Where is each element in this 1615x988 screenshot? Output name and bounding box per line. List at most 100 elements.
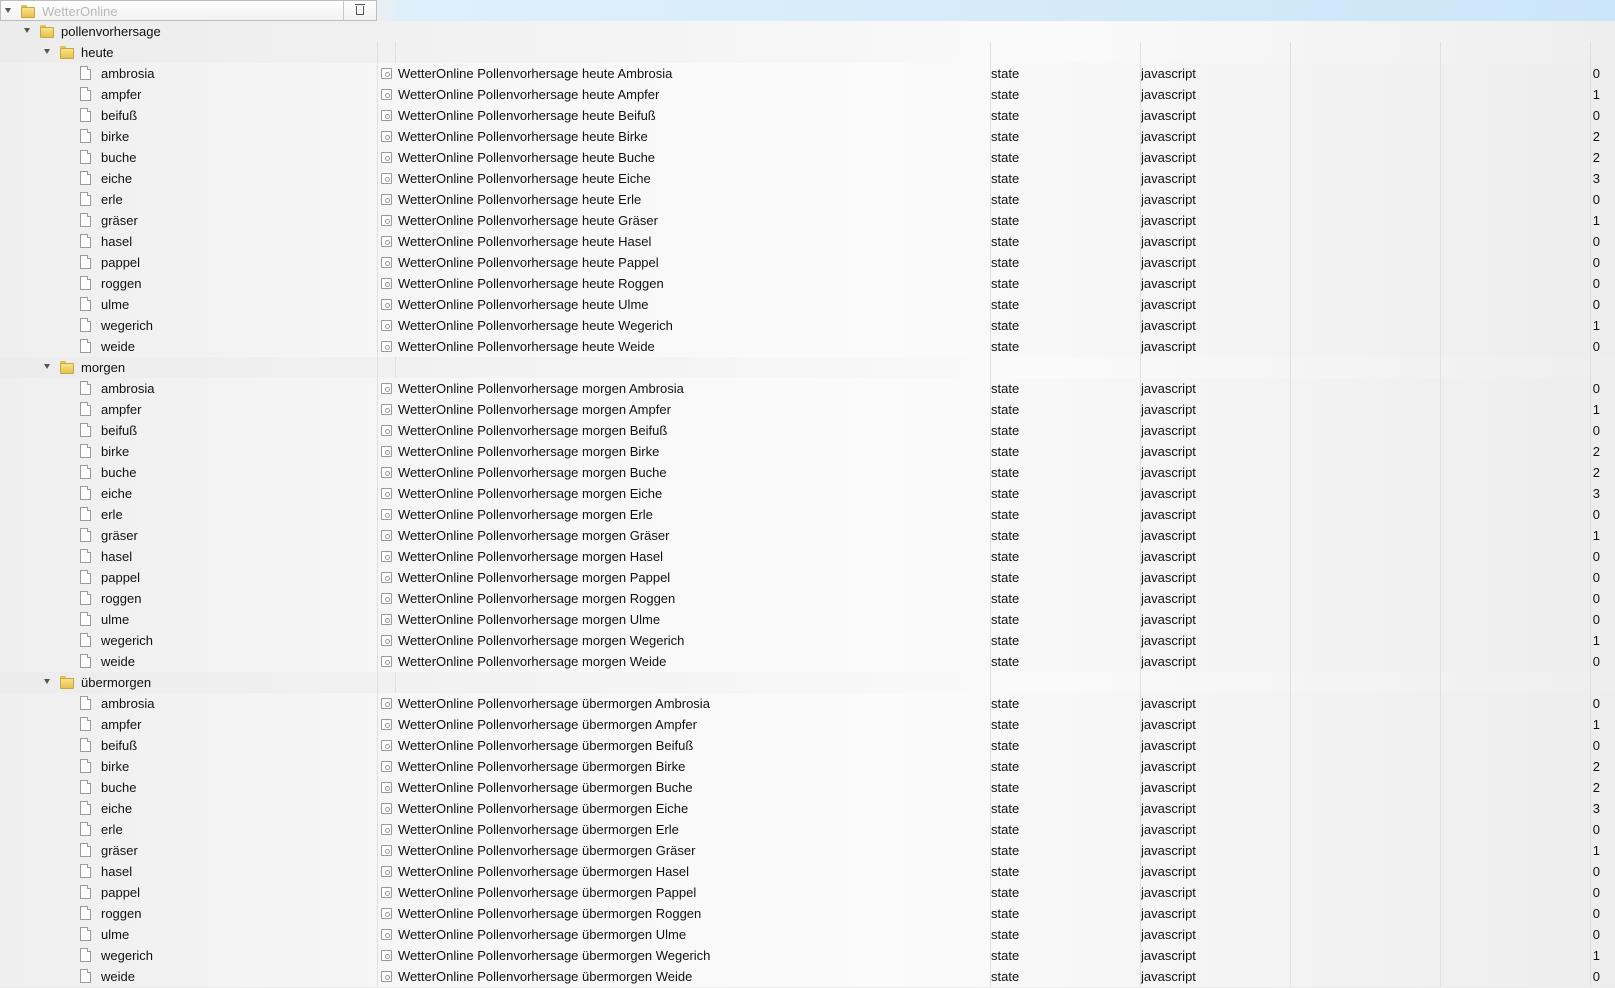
table-row[interactable]: weide WetterOnline Pollenvorhersage überm… [0, 966, 1615, 988]
table-row[interactable]: ambrosia WetterOnline Pollenvorhersage he… [0, 63, 1615, 85]
item-value: 3 [1592, 171, 1600, 186]
expand-arrow-icon[interactable] [24, 28, 30, 33]
table-row[interactable]: gräser WetterOnline Pollenvorhersage morg… [0, 525, 1615, 547]
table-row[interactable]: hasel WetterOnline Pollenvorhersage überm… [0, 861, 1615, 883]
table-row[interactable]: wegerich WetterOnline Pollenvorhersage üb… [0, 945, 1615, 967]
file-icon [80, 633, 91, 647]
table-row[interactable]: ulme WetterOnline Pollenvorhersage morgen… [0, 609, 1615, 631]
state-icon [381, 698, 392, 709]
table-row[interactable]: beifuß WetterOnline Pollenvorhersage heut… [0, 105, 1615, 127]
table-row[interactable]: beifuß WetterOnline Pollenvorhersage morg… [0, 420, 1615, 442]
folder-icon [60, 361, 74, 374]
state-icon [381, 614, 392, 625]
table-row[interactable]: erle WetterOnline Pollenvorhersage heute … [0, 189, 1615, 211]
item-type: javascript [1141, 234, 1196, 249]
file-icon [80, 549, 91, 563]
file-icon [80, 297, 91, 311]
item-name: birke [101, 759, 130, 774]
table-row[interactable]: ampfer WetterOnline Pollenvorhersage heut… [0, 84, 1615, 106]
file-icon [80, 192, 91, 206]
table-row[interactable]: erle WetterOnline Pollenvorhersage übermo… [0, 819, 1615, 841]
expand-arrow-icon[interactable] [5, 8, 11, 13]
table-row[interactable]: gräser WetterOnline Pollenvorhersage über… [0, 840, 1615, 862]
state-icon [381, 950, 392, 961]
table-row[interactable]: birke WetterOnline Pollenvorhersage morge… [0, 441, 1615, 463]
item-title: WetterOnline Pollenvorhersage morgen Bir… [398, 444, 660, 459]
state-icon [381, 299, 392, 310]
item-title: WetterOnline Pollenvorhersage übermorgen… [398, 969, 693, 984]
expand-arrow-icon[interactable] [44, 364, 50, 369]
item-value: 0 [1592, 66, 1600, 81]
state-icon [381, 131, 392, 142]
delete-button[interactable] [343, 1, 379, 21]
table-row[interactable]: roggen WetterOnline Pollenvorhersage morg… [0, 588, 1615, 610]
table-row[interactable]: beifuß WetterOnline Pollenvorhersage über… [0, 735, 1615, 757]
table-row[interactable]: weide WetterOnline Pollenvorhersage heute… [0, 336, 1615, 358]
expand-arrow-icon[interactable] [44, 679, 50, 684]
table-row[interactable]: buche WetterOnline Pollenvorhersage morge… [0, 462, 1615, 484]
tree-row-group[interactable]: heute [0, 42, 1615, 64]
item-name: roggen [101, 591, 142, 606]
item-value: 0 [1592, 507, 1600, 522]
table-row[interactable]: wegerich WetterOnline Pollenvorhersage mo… [0, 630, 1615, 652]
file-icon [80, 444, 91, 458]
file-icon [80, 171, 91, 185]
item-name: birke [101, 444, 130, 459]
table-row[interactable]: wegerich WetterOnline Pollenvorhersage he… [0, 315, 1615, 337]
tree-row-group[interactable]: übermorgen [0, 672, 1615, 694]
table-row[interactable]: birke WetterOnline Pollenvorhersage überm… [0, 756, 1615, 778]
item-type: javascript [1141, 528, 1196, 543]
table-row[interactable]: birke WetterOnline Pollenvorhersage heute… [0, 126, 1615, 148]
table-row[interactable]: ampfer WetterOnline Pollenvorhersage über… [0, 714, 1615, 736]
item-title: WetterOnline Pollenvorhersage übermorgen… [398, 759, 686, 774]
table-row[interactable]: pappel WetterOnline Pollenvorhersage über… [0, 882, 1615, 904]
table-row[interactable]: ambrosia WetterOnline Pollenvorhersage üb… [0, 693, 1615, 715]
item-type: javascript [1141, 591, 1196, 606]
table-row[interactable]: ulme WetterOnline Pollenvorhersage übermo… [0, 924, 1615, 946]
state-icon [381, 467, 392, 478]
tree-row-folder[interactable]: pollenvorhersage [0, 21, 1615, 43]
table-row[interactable]: eiche WetterOnline Pollenvorhersage überm… [0, 798, 1615, 820]
table-row[interactable]: buche WetterOnline Pollenvorhersage heute… [0, 147, 1615, 169]
table-row[interactable]: erle WetterOnline Pollenvorhersage morgen… [0, 504, 1615, 526]
item-value: 0 [1592, 591, 1600, 606]
table-row[interactable]: weide WetterOnline Pollenvorhersage morge… [0, 651, 1615, 673]
table-row[interactable]: ampfer WetterOnline Pollenvorhersage morg… [0, 399, 1615, 421]
table-row[interactable]: hasel WetterOnline Pollenvorhersage heute… [0, 231, 1615, 253]
table-row[interactable]: hasel WetterOnline Pollenvorhersage morge… [0, 546, 1615, 568]
table-row[interactable]: pappel WetterOnline Pollenvorhersage heut… [0, 252, 1615, 274]
group-label: morgen [81, 360, 126, 375]
item-title: WetterOnline Pollenvorhersage heute Rogg… [398, 276, 664, 291]
item-role: state [991, 66, 1020, 81]
file-icon [80, 507, 91, 521]
item-role: state [991, 906, 1020, 921]
table-row[interactable]: eiche WetterOnline Pollenvorhersage morge… [0, 483, 1615, 505]
state-icon [381, 929, 392, 940]
table-row[interactable]: roggen WetterOnline Pollenvorhersage über… [0, 903, 1615, 925]
table-row[interactable]: buche WetterOnline Pollenvorhersage überm… [0, 777, 1615, 799]
table-row[interactable]: eiche WetterOnline Pollenvorhersage heute… [0, 168, 1615, 190]
item-name: beifuß [101, 738, 138, 753]
item-role: state [991, 129, 1020, 144]
expand-arrow-icon[interactable] [44, 49, 50, 54]
tree-row-root[interactable]: WetterOnline [0, 0, 1615, 22]
table-row[interactable]: ulme WetterOnline Pollenvorhersage heute … [0, 294, 1615, 316]
item-title: WetterOnline Pollenvorhersage übermorgen… [398, 948, 711, 963]
item-name: gräser [101, 213, 138, 228]
file-icon [80, 717, 91, 731]
item-value: 0 [1592, 822, 1600, 837]
file-icon [80, 591, 91, 605]
tree-row-group[interactable]: morgen [0, 357, 1615, 379]
item-title: WetterOnline Pollenvorhersage morgen Erl… [398, 507, 653, 522]
item-title: WetterOnline Pollenvorhersage morgen Weg… [398, 633, 685, 648]
table-row[interactable]: ambrosia WetterOnline Pollenvorhersage mo… [0, 378, 1615, 400]
table-row[interactable]: roggen WetterOnline Pollenvorhersage heut… [0, 273, 1615, 295]
file-icon [80, 486, 91, 500]
item-type: javascript [1141, 318, 1196, 333]
item-title: WetterOnline Pollenvorhersage heute Buch… [398, 150, 656, 165]
table-row[interactable]: pappel WetterOnline Pollenvorhersage morg… [0, 567, 1615, 589]
item-role: state [991, 87, 1020, 102]
root-node-box[interactable]: WetterOnline [0, 0, 377, 21]
table-row[interactable]: gräser WetterOnline Pollenvorhersage heut… [0, 210, 1615, 232]
item-title: WetterOnline Pollenvorhersage morgen Amb… [398, 381, 684, 396]
